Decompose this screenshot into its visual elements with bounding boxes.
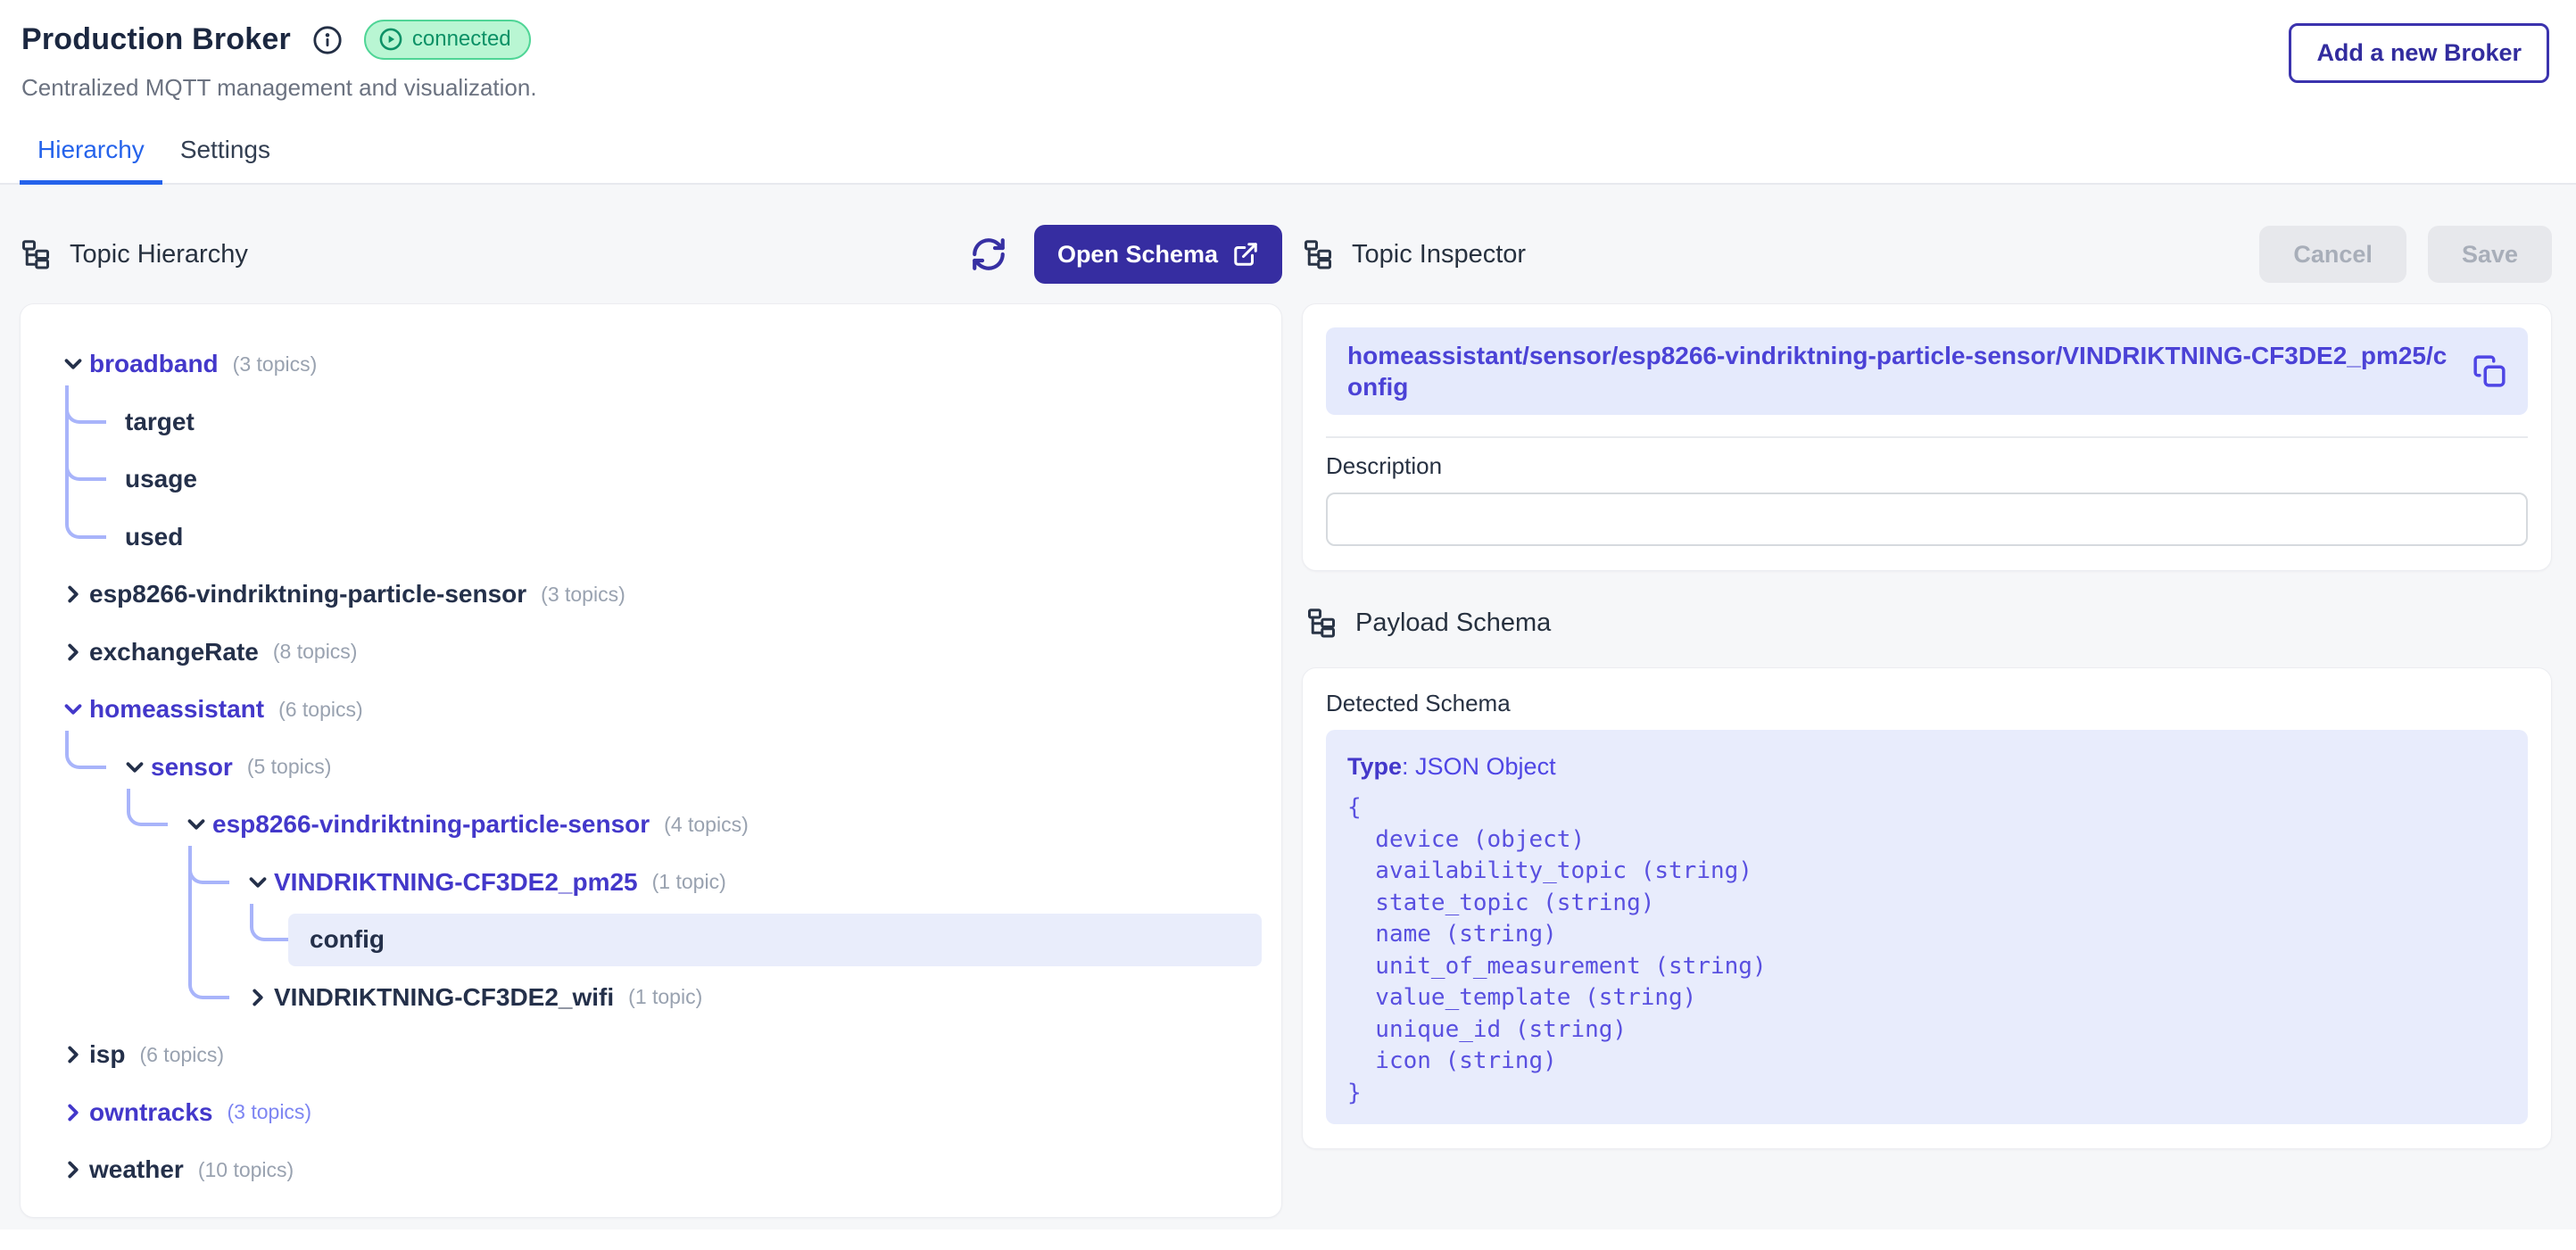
divider	[1326, 436, 2528, 438]
description-input[interactable]	[1326, 493, 2528, 546]
add-broker-button[interactable]: Add a new Broker	[2289, 23, 2549, 83]
chevron-right-icon[interactable]	[244, 984, 271, 1011]
topic-tree-card: broadband (3 topics) target usage used esp826…	[20, 303, 1282, 1218]
tree-node-label: owntracks	[89, 1098, 213, 1127]
topic-count: (10 topics)	[198, 1158, 294, 1182]
chevron-down-icon[interactable]	[60, 696, 87, 723]
topic-count: (6 topics)	[139, 1043, 224, 1067]
tree-node[interactable]: broadband (3 topics)	[21, 335, 1281, 393]
chevron-down-icon[interactable]	[121, 754, 148, 781]
hierarchy-section: Topic Hierarchy Open Schema broadband (3 …	[20, 226, 1282, 1229]
tree-node[interactable]: sensor (5 topics)	[21, 739, 1281, 797]
tree-node[interactable]: homeassistant (6 topics)	[21, 681, 1281, 739]
tree-node-label: homeassistant	[89, 695, 264, 724]
tree-node-label: VINDRIKTNING-CF3DE2_wifi	[274, 983, 614, 1012]
tree-node-label: usage	[125, 465, 197, 493]
tree-node[interactable]: isp (6 topics)	[21, 1026, 1281, 1084]
payload-schema-header: Payload Schema	[1305, 605, 2552, 641]
main-content: Topic Hierarchy Open Schema broadband (3 …	[0, 185, 2576, 1229]
tree-node-label: esp8266-vindriktning-particle-sensor	[212, 810, 650, 839]
tree-node-label: isp	[89, 1040, 125, 1069]
tree-node[interactable]: esp8266-vindriktning-particle-sensor (4 t…	[21, 796, 1281, 854]
tab-hierarchy[interactable]: Hierarchy	[20, 125, 162, 185]
tree-node[interactable]: esp8266-vindriktning-particle-sensor (3 t…	[21, 566, 1281, 624]
open-schema-button[interactable]: Open Schema	[1034, 225, 1282, 284]
chevron-down-icon[interactable]	[244, 869, 271, 896]
refresh-icon[interactable]	[970, 236, 1007, 273]
cancel-button[interactable]: Cancel	[2259, 226, 2406, 283]
chevron-right-icon[interactable]	[60, 1099, 87, 1126]
copy-icon[interactable]	[2472, 354, 2506, 388]
selected-row-highlight	[288, 914, 1262, 966]
topic-count: (5 topics)	[247, 755, 332, 779]
page-header: Production Broker connected Centralized …	[0, 0, 2576, 102]
chevron-down-icon[interactable]	[60, 351, 87, 377]
play-circle-icon	[378, 27, 403, 52]
tree-node-label: weather	[89, 1155, 184, 1184]
tab-settings[interactable]: Settings	[162, 125, 288, 183]
tree-inspector-icon	[1302, 238, 1334, 270]
tree-hierarchy-icon	[20, 238, 52, 270]
tree-node-label: esp8266-vindriktning-particle-sensor	[89, 580, 526, 608]
tree-node[interactable]: owntracks (3 topics)	[21, 1084, 1281, 1142]
topic-count: (3 topics)	[233, 352, 318, 377]
tree-node-label: config	[310, 925, 385, 954]
topic-count: (4 topics)	[664, 813, 749, 837]
tree-node[interactable]: exchangeRate (8 topics)	[21, 624, 1281, 682]
tree-node[interactable]: target	[21, 393, 1281, 451]
topic-inspector-card: homeassistant/sensor/esp8266-vindriktnin…	[1302, 303, 2552, 571]
status-badge: connected	[364, 20, 531, 60]
tree-node[interactable]: config	[21, 911, 1281, 969]
tree-node-label: sensor	[151, 753, 233, 782]
schema-body: { device (object) availability_topic (st…	[1347, 792, 2506, 1109]
tree-node[interactable]: usage	[21, 451, 1281, 509]
detected-schema-label: Detected Schema	[1326, 690, 2528, 717]
page-subtitle: Centralized MQTT management and visualiz…	[21, 74, 537, 102]
topic-count: (1 topic)	[628, 985, 702, 1009]
tree-node[interactable]: VINDRIKTNING-CF3DE2_pm25 (1 topic)	[21, 854, 1281, 912]
tree-node-label: used	[125, 523, 183, 551]
external-link-icon	[1232, 241, 1259, 268]
topic-count: (1 topic)	[652, 870, 726, 894]
inspector-panel-title: Topic Inspector	[1352, 240, 1526, 269]
header-left: Production Broker connected Centralized …	[21, 20, 537, 102]
tree-schema-icon	[1305, 607, 1338, 639]
tab-bar: Hierarchy Settings	[0, 125, 2576, 185]
topic-path: homeassistant/sensor/esp8266-vindriktnin…	[1347, 340, 2455, 402]
schema-type-line: Type: JSON Object	[1347, 753, 2506, 781]
tree-node[interactable]: weather (10 topics)	[21, 1141, 1281, 1199]
chevron-right-icon[interactable]	[60, 639, 87, 666]
topic-count: (3 topics)	[541, 583, 625, 607]
chevron-right-icon[interactable]	[60, 1041, 87, 1068]
topic-count: (8 topics)	[273, 640, 358, 664]
tree-node-label: VINDRIKTNING-CF3DE2_pm25	[274, 868, 638, 897]
chevron-right-icon[interactable]	[60, 1156, 87, 1183]
chevron-down-icon[interactable]	[183, 811, 210, 838]
detected-schema-box: Type: JSON Object { device (object) avai…	[1326, 730, 2528, 1124]
status-text: connected	[412, 27, 511, 52]
tree-node[interactable]: VINDRIKTNING-CF3DE2_wifi (1 topic)	[21, 969, 1281, 1027]
chevron-right-icon[interactable]	[60, 581, 87, 608]
tree-node-label: exchangeRate	[89, 638, 259, 666]
info-icon[interactable]	[312, 25, 343, 55]
hierarchy-panel-title: Topic Hierarchy	[70, 240, 248, 269]
tree-node-label: broadband	[89, 350, 219, 378]
tree-node[interactable]: used	[21, 509, 1281, 567]
topic-count: (6 topics)	[278, 698, 363, 722]
payload-schema-title: Payload Schema	[1355, 608, 1551, 638]
topic-count: (3 topics)	[228, 1100, 312, 1124]
description-label: Description	[1326, 452, 2528, 480]
save-button[interactable]: Save	[2428, 226, 2552, 283]
page-title: Production Broker	[21, 22, 291, 57]
topic-path-box: homeassistant/sensor/esp8266-vindriktnin…	[1326, 327, 2528, 415]
tree-node-label: target	[125, 408, 195, 436]
topic-tree: broadband (3 topics) target usage used esp826…	[21, 304, 1281, 1217]
payload-schema-card: Detected Schema Type: JSON Object { devi…	[1302, 667, 2552, 1149]
inspector-section: Topic Inspector Cancel Save homeassistan…	[1302, 226, 2552, 1229]
app-window: Production Broker connected Centralized …	[0, 0, 2576, 1250]
